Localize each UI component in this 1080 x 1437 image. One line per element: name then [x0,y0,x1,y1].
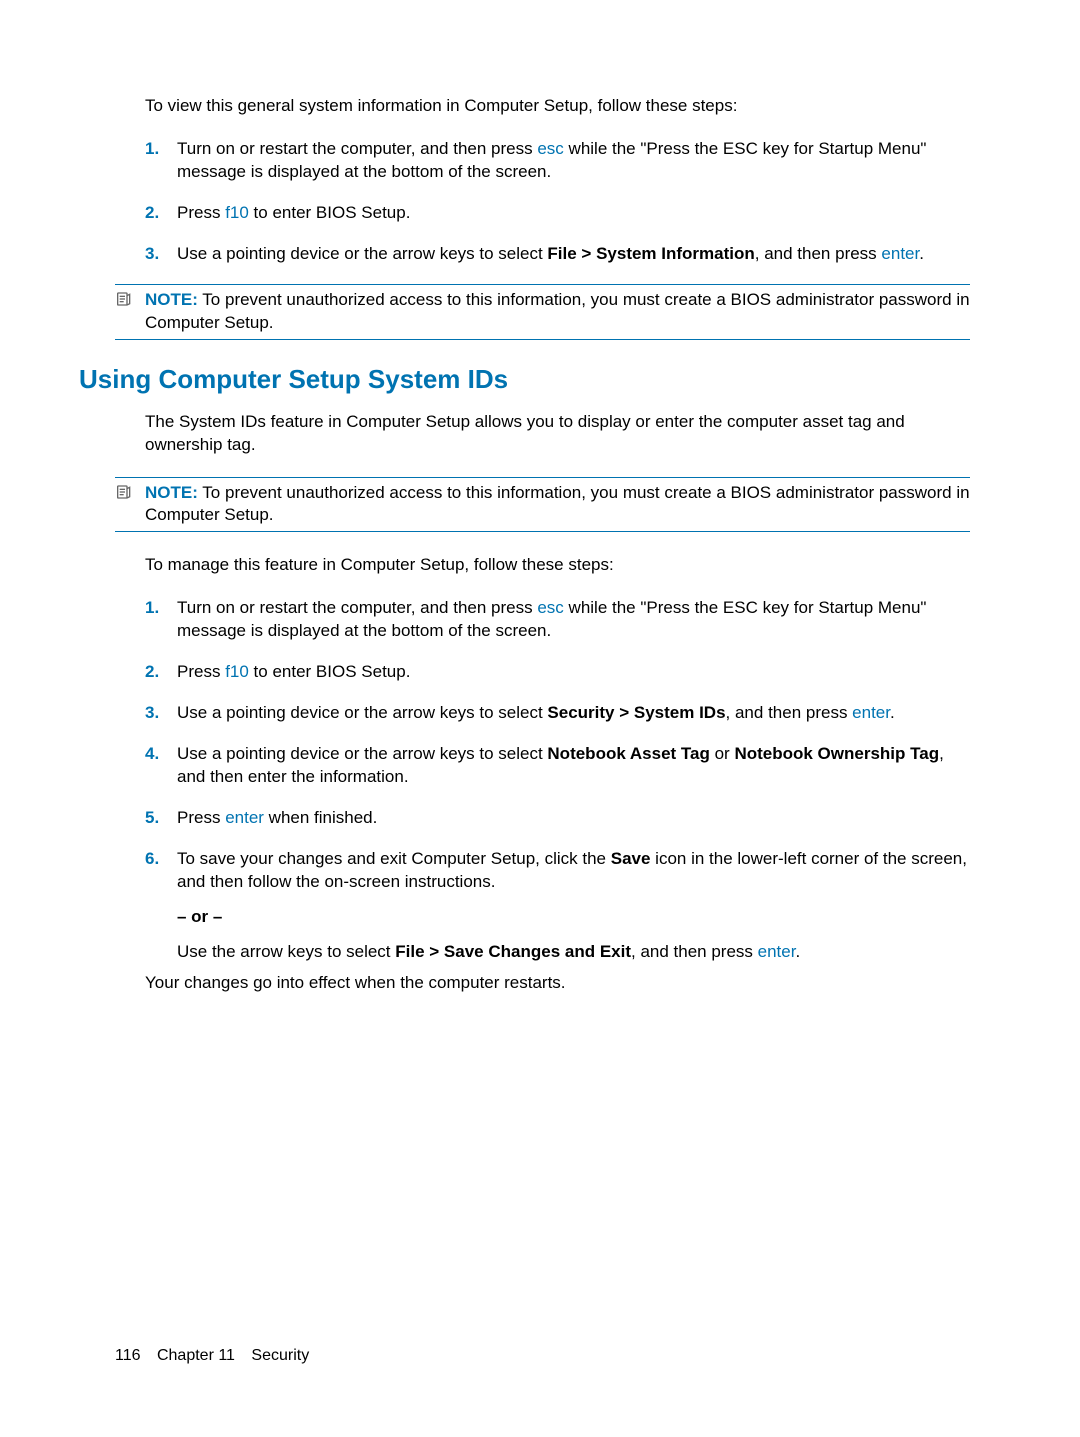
menu-path: File > Save Changes and Exit [395,942,631,961]
alt-instruction: Use the arrow keys to select File > Save… [177,941,970,964]
step-number: 5. [145,807,177,830]
step-number: 1. [145,597,177,620]
section2-intro2: To manage this feature in Computer Setup… [145,554,970,577]
step-body: Turn on or restart the computer, and the… [177,597,970,643]
step-body: Press enter when finished. [177,807,970,830]
step-body: Press f10 to enter BIOS Setup. [177,661,970,684]
step-body: Press f10 to enter BIOS Setup. [177,202,970,225]
text: , and then press [726,703,853,722]
list-item: 5. Press enter when finished. [145,807,970,830]
option-asset-tag: Notebook Asset Tag [547,744,709,763]
menu-path: Security > System IDs [547,703,725,722]
note-label: NOTE: [145,483,198,502]
key-enter: enter [758,942,796,961]
text: Turn on or restart the computer, and the… [177,139,537,158]
section2-heading: Using Computer Setup System IDs [79,362,970,397]
menu-path: File > System Information [547,244,754,263]
text: when finished. [264,808,377,827]
text: Press [177,203,225,222]
section2-intro: The System IDs feature in Computer Setup… [145,411,970,457]
step-number: 6. [145,848,177,871]
list-item: 3. Use a pointing device or the arrow ke… [145,243,970,266]
note-body: NOTE: To prevent unauthorized access to … [145,289,970,335]
text: Use a pointing device or the arrow keys … [177,703,547,722]
key-esc: esc [537,598,563,617]
note-label: NOTE: [145,290,198,309]
text: . [890,703,895,722]
list-item: 2. Press f10 to enter BIOS Setup. [145,202,970,225]
key-enter: enter [225,808,264,827]
text: . [919,244,924,263]
step-body: Turn on or restart the computer, and the… [177,138,970,184]
note-icon [115,289,145,312]
list-item: 3. Use a pointing device or the arrow ke… [145,702,970,725]
option-ownership-tag: Notebook Ownership Tag [734,744,939,763]
step-body: Use a pointing device or the arrow keys … [177,243,970,266]
note-block: NOTE: To prevent unauthorized access to … [115,477,970,533]
step-body: Use a pointing device or the arrow keys … [177,743,970,789]
section1-intro: To view this general system information … [145,95,970,118]
chapter-title: Security [251,1347,309,1364]
section2-outro: Your changes go into effect when the com… [145,972,970,995]
text: to enter BIOS Setup. [249,203,411,222]
note-icon [115,482,145,505]
page-footer: 116 Chapter 11 Security [115,1345,309,1367]
step-number: 1. [145,138,177,161]
list-item: 6. To save your changes and exit Compute… [145,848,970,964]
text: Press [177,808,225,827]
key-esc: esc [537,139,563,158]
text: or [710,744,735,763]
step-number: 3. [145,243,177,266]
step-number: 2. [145,202,177,225]
page-number: 116 [115,1347,141,1364]
text: Use a pointing device or the arrow keys … [177,744,547,763]
step-number: 2. [145,661,177,684]
note-text: To prevent unauthorized access to this i… [145,290,970,332]
text: , and then press [631,942,758,961]
save-icon-label: Save [611,849,651,868]
section2-steps: 1. Turn on or restart the computer, and … [145,597,970,963]
text: Press [177,662,225,681]
list-item: 1. Turn on or restart the computer, and … [145,597,970,643]
text: To save your changes and exit Computer S… [177,849,611,868]
note-text: To prevent unauthorized access to this i… [145,483,970,525]
text: Use the arrow keys to select [177,942,395,961]
note-block: NOTE: To prevent unauthorized access to … [115,284,970,340]
section1-steps: 1. Turn on or restart the computer, and … [145,138,970,266]
key-enter: enter [881,244,919,263]
text: to enter BIOS Setup. [249,662,411,681]
text: , and then press [755,244,882,263]
text: Turn on or restart the computer, and the… [177,598,537,617]
text: . [795,942,800,961]
list-item: 1. Turn on or restart the computer, and … [145,138,970,184]
step-number: 3. [145,702,177,725]
list-item: 2. Press f10 to enter BIOS Setup. [145,661,970,684]
or-separator: – or – [177,906,970,929]
text: Use a pointing device or the arrow keys … [177,244,547,263]
key-f10: f10 [225,662,249,681]
step-body: Use a pointing device or the arrow keys … [177,702,970,725]
key-f10: f10 [225,203,249,222]
step-body: To save your changes and exit Computer S… [177,848,970,964]
chapter-label: Chapter 11 [157,1347,235,1364]
step-number: 4. [145,743,177,766]
note-body: NOTE: To prevent unauthorized access to … [145,482,970,528]
list-item: 4. Use a pointing device or the arrow ke… [145,743,970,789]
key-enter: enter [852,703,890,722]
